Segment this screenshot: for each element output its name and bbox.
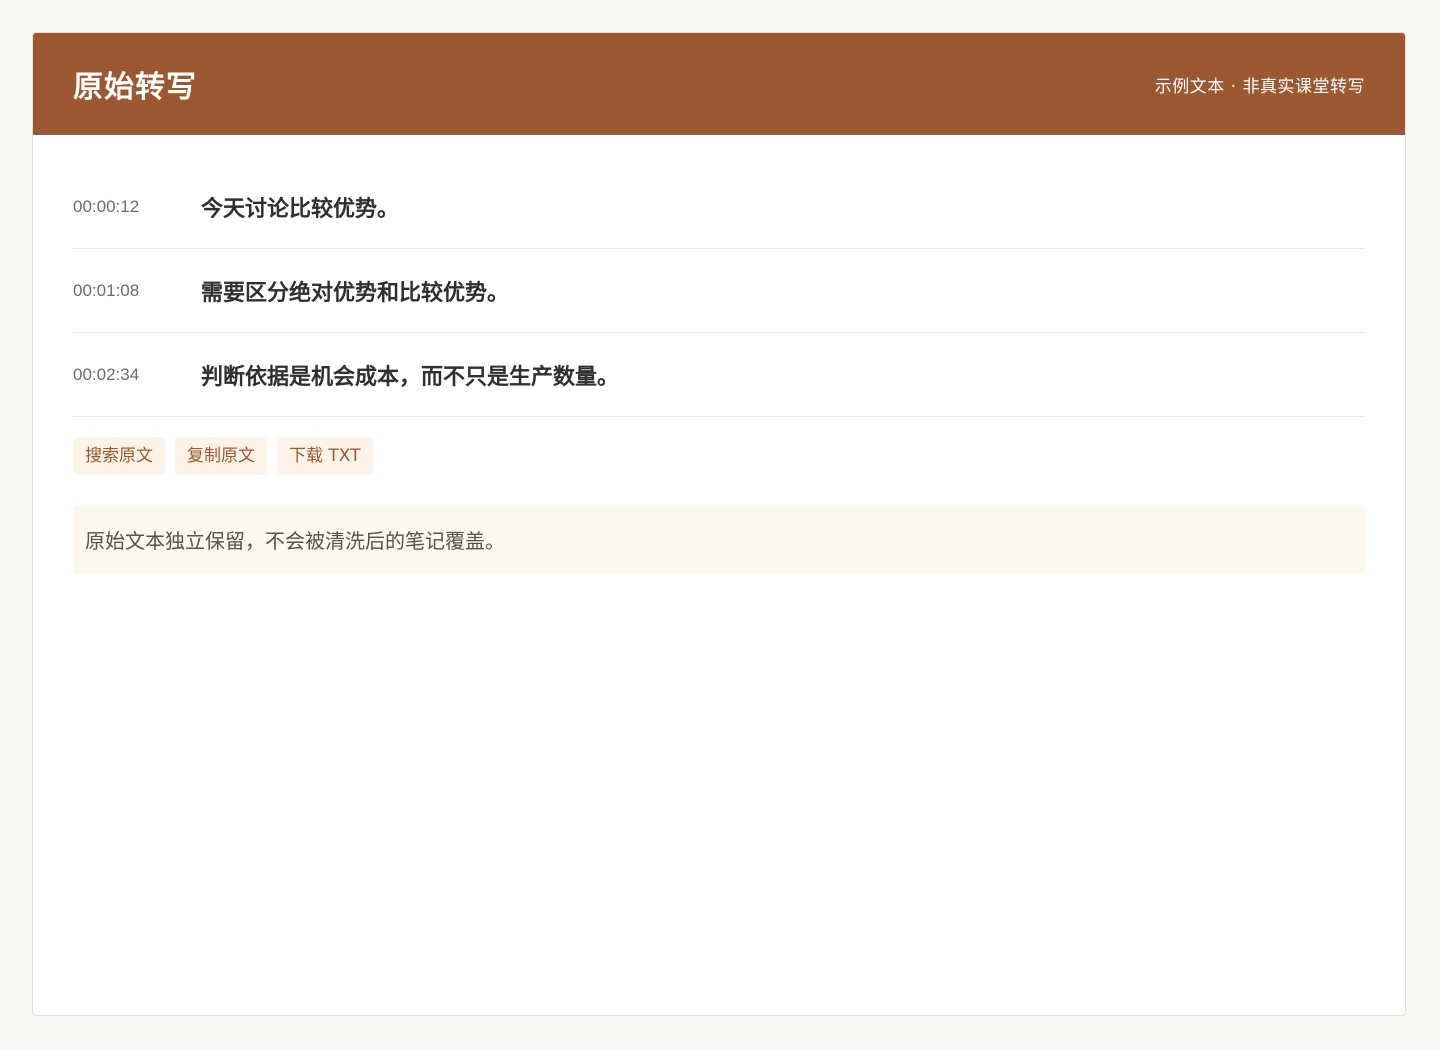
search-original-button[interactable]: 搜索原文 bbox=[73, 437, 165, 475]
card-content: 00:00:12 今天讨论比较优势。 00:01:08 需要区分绝对优势和比较优… bbox=[33, 165, 1405, 574]
transcript-row: 00:00:12 今天讨论比较优势。 bbox=[73, 165, 1365, 249]
transcript-text: 判断依据是机会成本，而不只是生产数量。 bbox=[201, 364, 620, 390]
transcript-row: 00:01:08 需要区分绝对优势和比较优势。 bbox=[73, 249, 1365, 333]
timestamp: 00:00:12 bbox=[73, 196, 140, 216]
card-header: 原始转写 示例文本 · 非真实课堂转写 bbox=[33, 33, 1405, 135]
transcript-text: 今天讨论比较优势。 bbox=[201, 196, 400, 222]
timestamp: 00:01:08 bbox=[73, 280, 140, 300]
copy-original-button[interactable]: 复制原文 bbox=[175, 437, 267, 475]
page-subtitle: 示例文本 · 非真实课堂转写 bbox=[1154, 76, 1365, 97]
action-bar: 搜索原文 复制原文 下载 TXT bbox=[73, 437, 1365, 475]
transcript-text: 需要区分绝对优势和比较优势。 bbox=[201, 280, 510, 306]
timestamp: 00:02:34 bbox=[73, 364, 140, 384]
download-txt-button[interactable]: 下载 TXT bbox=[277, 437, 373, 475]
info-note: 原始文本独立保留，不会被清洗后的笔记覆盖。 bbox=[73, 505, 1365, 574]
transcript-card: 原始转写 示例文本 · 非真实课堂转写 00:00:12 今天讨论比较优势。 0… bbox=[32, 32, 1406, 1016]
page-title: 原始转写 bbox=[73, 70, 197, 105]
transcript-row: 00:02:34 判断依据是机会成本，而不只是生产数量。 bbox=[73, 333, 1365, 417]
